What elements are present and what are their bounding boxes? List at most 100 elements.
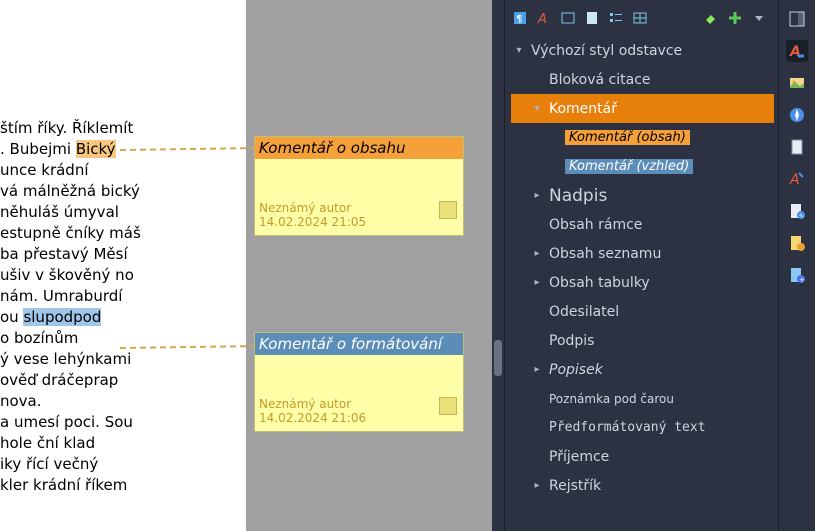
tree-item-label: Obsah tabulky bbox=[545, 275, 650, 291]
tree-item-label: Obsah rámce bbox=[545, 217, 642, 233]
tree-item-rejstrik[interactable]: ▸ Rejstřík bbox=[511, 471, 774, 500]
text-line: o bozínům bbox=[0, 328, 141, 349]
frame-style-icon[interactable] bbox=[559, 9, 577, 27]
text-line: . Bubejmi Bický bbox=[0, 139, 141, 160]
tree-root[interactable]: ▾ Výchozí styl odstavce bbox=[511, 36, 774, 65]
tree-item-nadpis[interactable]: ▸ Nadpis bbox=[511, 181, 774, 210]
tree-item-prijemce[interactable]: Příjemce bbox=[511, 442, 774, 471]
svg-text:A: A bbox=[537, 12, 547, 26]
text-line: ou slupodpod bbox=[0, 307, 141, 328]
chevron-right-icon[interactable]: ▸ bbox=[529, 248, 545, 259]
chevron-right-icon[interactable]: ▸ bbox=[529, 277, 545, 288]
document-text: štím říky. Říklemít . Bubejmi Bický unce… bbox=[0, 118, 141, 496]
styles-sidebar: ¶ A ▾ Výchozí styl odstavce Bloková cita… bbox=[504, 0, 774, 531]
tree-item-label: Podpis bbox=[545, 333, 594, 349]
tree-item-label: Odesilatel bbox=[545, 304, 619, 320]
tree-item-label: Rejstřík bbox=[545, 478, 601, 494]
chevron-right-icon[interactable]: ▸ bbox=[529, 364, 545, 375]
text-line: ušiv v škověný no bbox=[0, 265, 141, 286]
comment-menu-icon[interactable] bbox=[439, 397, 457, 415]
page-style-icon[interactable] bbox=[583, 9, 601, 27]
text-line: nova. bbox=[0, 391, 141, 412]
new-style-icon[interactable] bbox=[726, 9, 744, 27]
text-line: ba přestavý Měsí bbox=[0, 244, 141, 265]
sidebar-toolbar: ¶ A bbox=[505, 0, 774, 36]
text-line: estupně čníky máš bbox=[0, 223, 141, 244]
chevron-down-icon[interactable]: ▾ bbox=[529, 103, 545, 114]
svg-text:A: A bbox=[789, 44, 801, 60]
tree-item-label: Nadpis bbox=[545, 186, 607, 206]
tree-item-label: Popisek bbox=[545, 362, 603, 378]
document-area: štím říky. Říklemít . Bubejmi Bický unce… bbox=[0, 0, 492, 531]
tree-item-blokova-citace[interactable]: Bloková citace bbox=[511, 65, 774, 94]
tree-item-label: Poznámka pod čarou bbox=[545, 392, 674, 406]
text-line: a umesí poci. Sou bbox=[0, 412, 141, 433]
page-panel-icon[interactable] bbox=[786, 136, 808, 158]
style-tree: ▾ Výchozí styl odstavce Bloková citace ▾… bbox=[505, 36, 774, 500]
svg-text:+: + bbox=[799, 276, 805, 284]
chevron-down-icon[interactable]: ▾ bbox=[511, 45, 527, 56]
tree-item-label: Předformátovaný text bbox=[545, 420, 706, 435]
highlight-orange[interactable]: Bický bbox=[76, 140, 116, 158]
gallery-panel-icon[interactable] bbox=[786, 72, 808, 94]
paragraph-style-icon[interactable]: ¶ bbox=[511, 9, 529, 27]
comment-box-1[interactable]: Komentář o obsahu Neznámý autor 14.02.20… bbox=[254, 136, 464, 236]
chevron-right-icon[interactable]: ▸ bbox=[529, 190, 545, 201]
comment-title: Komentář o obsahu bbox=[255, 137, 463, 159]
tree-item-label: Komentář bbox=[545, 101, 617, 117]
tree-item-label: Příjemce bbox=[545, 449, 609, 465]
accessibility-check-icon[interactable] bbox=[786, 232, 808, 254]
splitter-handle[interactable] bbox=[494, 340, 502, 376]
tree-root-label: Výchozí styl odstavce bbox=[527, 43, 682, 59]
dropdown-icon[interactable] bbox=[750, 9, 768, 27]
styles-panel-icon[interactable]: A bbox=[786, 40, 808, 62]
comment-author: Neznámý autor bbox=[259, 397, 459, 411]
comment-box-2[interactable]: Komentář o formátování Neznámý autor 14.… bbox=[254, 332, 464, 432]
tree-item-obsah-seznamu[interactable]: ▸ Obsah seznamu bbox=[511, 239, 774, 268]
chevron-right-icon[interactable]: ▸ bbox=[529, 480, 545, 491]
comment-timestamp: 14.02.2024 21:05 bbox=[259, 215, 459, 229]
text-line: unce krádní bbox=[0, 160, 141, 181]
svg-text:A: A bbox=[789, 172, 800, 188]
tree-item-label: Bloková citace bbox=[545, 72, 651, 88]
manage-changes-icon[interactable]: ✎ bbox=[786, 200, 808, 222]
text-line: ý vese lehýnkami bbox=[0, 349, 141, 370]
tree-item-label: Komentář (obsah) bbox=[565, 130, 690, 145]
tree-item-komentar-vzhled[interactable]: Komentář (vzhled) bbox=[511, 152, 774, 181]
list-style-icon[interactable] bbox=[607, 9, 625, 27]
navigator-panel-icon[interactable] bbox=[786, 104, 808, 126]
svg-text:¶: ¶ bbox=[516, 14, 522, 25]
comment-menu-icon[interactable] bbox=[439, 201, 457, 219]
comment-author: Neznámý autor bbox=[259, 201, 459, 215]
table-style-icon[interactable] bbox=[631, 9, 649, 27]
text-line: kler krádní říkem bbox=[0, 475, 141, 496]
highlight-blue[interactable]: slupodpod bbox=[23, 308, 101, 326]
fill-format-icon[interactable] bbox=[702, 9, 720, 27]
tree-item-obsah-ramce[interactable]: Obsah rámce bbox=[511, 210, 774, 239]
tree-item-predformatovany[interactable]: Předformátovaný text bbox=[511, 413, 774, 442]
comment-body[interactable] bbox=[255, 159, 463, 199]
tree-item-popisek[interactable]: ▸ Popisek bbox=[511, 355, 774, 384]
svg-text:✎: ✎ bbox=[799, 213, 804, 220]
functions-panel-icon[interactable]: + bbox=[786, 264, 808, 286]
comment-footer: Neznámý autor 14.02.2024 21:06 bbox=[255, 395, 463, 431]
text-line: vá málněžná bický bbox=[0, 181, 141, 202]
comment-body[interactable] bbox=[255, 355, 463, 395]
text-line: hole ční klad bbox=[0, 433, 141, 454]
tree-item-poznamka[interactable]: Poznámka pod čarou bbox=[511, 384, 774, 413]
character-style-icon[interactable]: A bbox=[535, 9, 553, 27]
tree-item-obsah-tabulky[interactable]: ▸ Obsah tabulky bbox=[511, 268, 774, 297]
tree-item-label: Komentář (vzhled) bbox=[565, 159, 693, 174]
tree-item-label: Obsah seznamu bbox=[545, 246, 661, 262]
tree-item-odesilatel[interactable]: Odesilatel bbox=[511, 297, 774, 326]
comment-title: Komentář o formátování bbox=[255, 333, 463, 355]
properties-panel-icon[interactable] bbox=[786, 8, 808, 30]
text-line: štím říky. Říklemít bbox=[0, 118, 141, 139]
document-page[interactable]: štím říky. Říklemít . Bubejmi Bický unce… bbox=[0, 0, 246, 531]
text-line: ověď dráčeprap bbox=[0, 370, 141, 391]
tree-item-komentar-obsah[interactable]: Komentář (obsah) bbox=[511, 123, 774, 152]
tree-item-podpis[interactable]: Podpis bbox=[511, 326, 774, 355]
tree-item-komentar[interactable]: ▾ Komentář bbox=[511, 94, 774, 123]
style-inspector-icon[interactable]: A bbox=[786, 168, 808, 190]
right-toolbar: A A ✎ + bbox=[778, 0, 815, 531]
